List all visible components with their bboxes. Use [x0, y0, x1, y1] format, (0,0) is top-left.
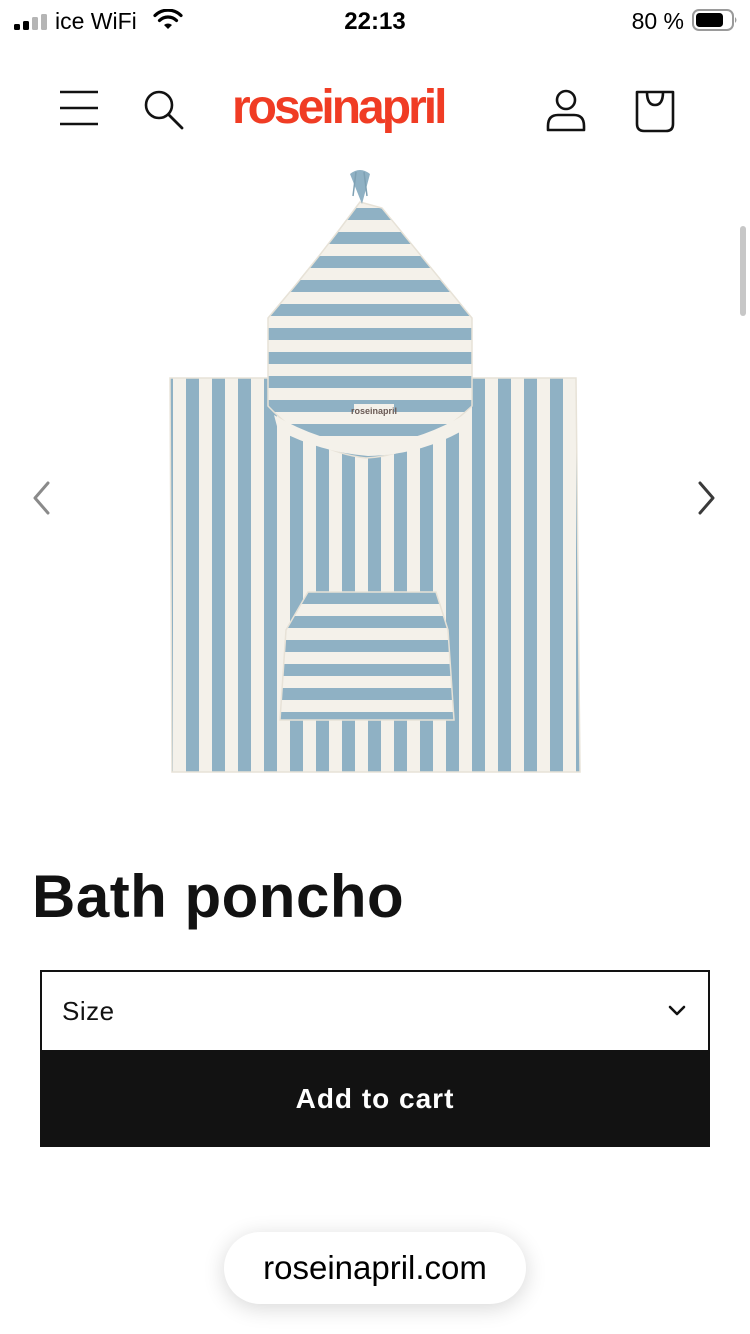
- site-header: roseinapril: [0, 44, 750, 172]
- brand-logo[interactable]: roseinapril: [232, 80, 447, 135]
- url-text: roseinapril.com: [263, 1249, 487, 1286]
- product-title: Bath poncho: [32, 863, 405, 930]
- browser-url-bar[interactable]: roseinapril.com: [224, 1232, 526, 1304]
- status-bar: ice WiFi 22:13 80 %: [0, 0, 750, 44]
- account-icon[interactable]: [544, 88, 588, 132]
- size-select[interactable]: Size: [40, 970, 710, 1052]
- garment-label: roseinapril: [351, 406, 397, 416]
- menu-icon[interactable]: [58, 88, 100, 128]
- search-icon[interactable]: [142, 88, 186, 132]
- add-to-cart-button[interactable]: Add to cart: [40, 1051, 710, 1147]
- product-gallery: roseinapril: [0, 160, 750, 800]
- chevron-right-icon[interactable]: [690, 478, 720, 518]
- battery-percent: 80 %: [631, 8, 684, 34]
- chevron-left-icon[interactable]: [28, 478, 58, 518]
- wifi-icon: [153, 9, 183, 29]
- cart-icon[interactable]: [632, 88, 678, 134]
- page-scrollbar[interactable]: [740, 226, 746, 316]
- chevron-down-icon: [668, 1005, 686, 1016]
- signal-icon: [14, 14, 47, 30]
- product-image[interactable]: roseinapril: [160, 160, 590, 785]
- carrier-name: ice WiFi: [55, 8, 137, 34]
- size-select-label: Size: [62, 996, 115, 1026]
- battery-icon: [692, 9, 737, 31]
